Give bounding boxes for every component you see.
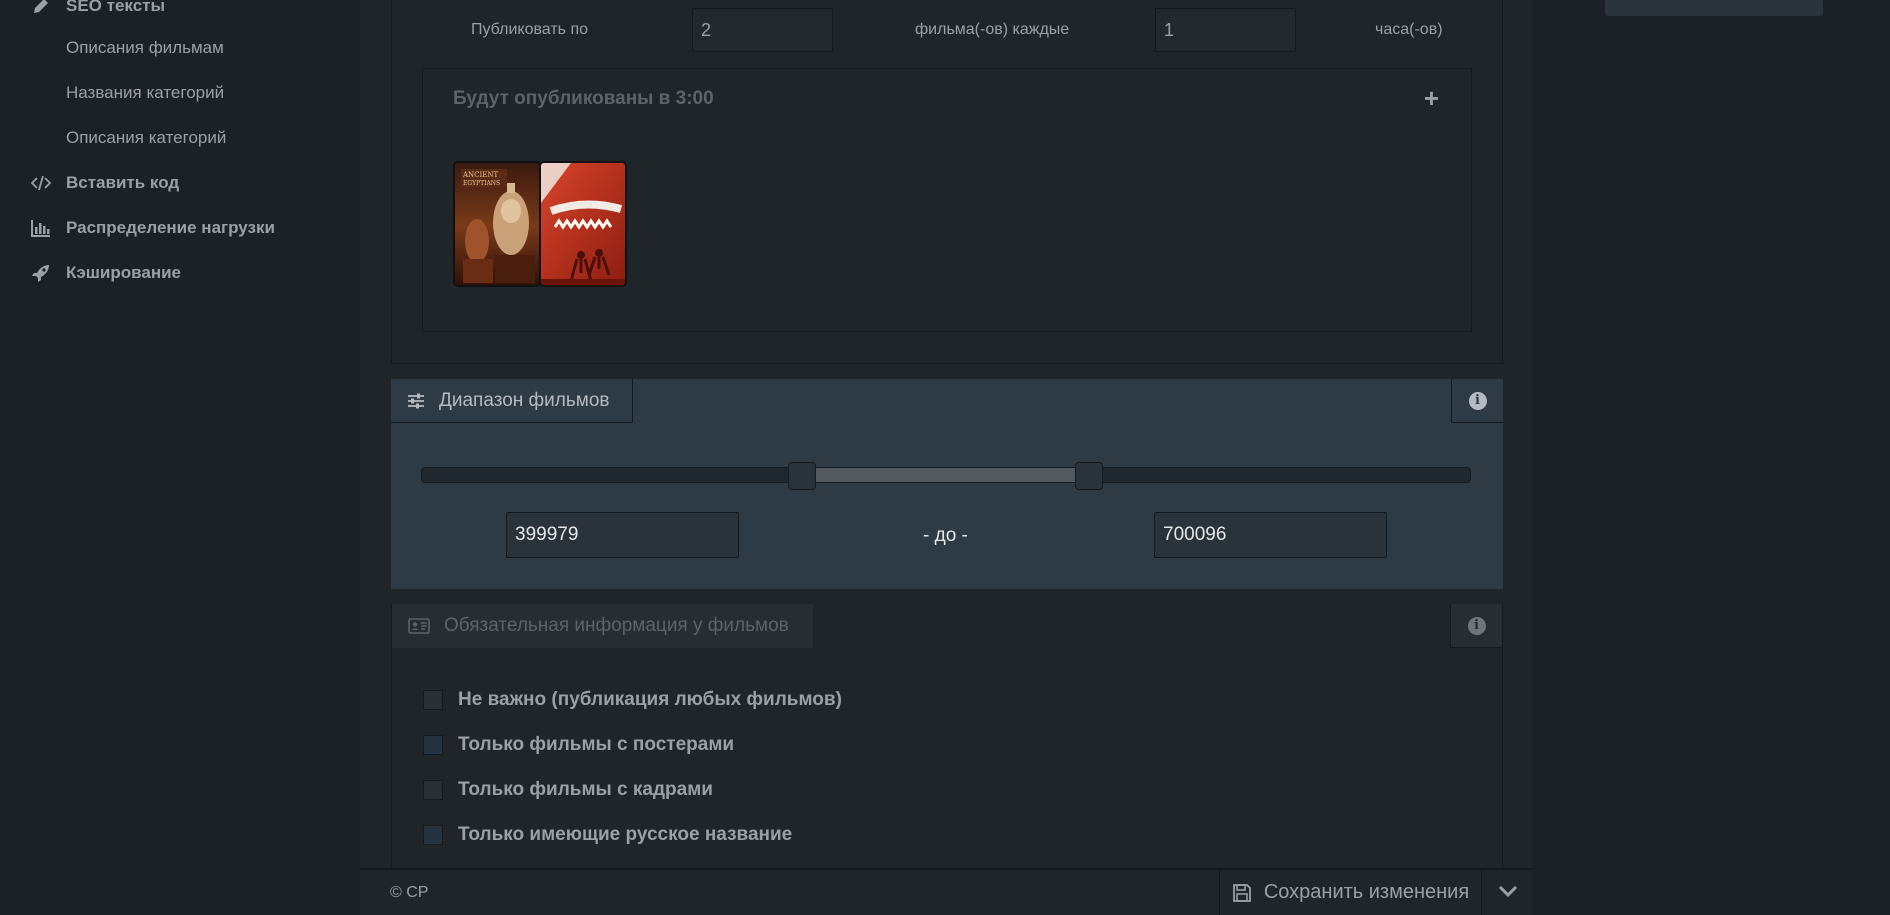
add-plus-icon[interactable]: + bbox=[1424, 83, 1439, 114]
sidebar-item-label: Распределение нагрузки bbox=[66, 218, 275, 237]
floppy-disk-icon bbox=[1232, 883, 1252, 903]
id-card-icon bbox=[408, 618, 430, 634]
sidebar-item-label: Вставить код bbox=[66, 173, 180, 192]
info-icon: i bbox=[1468, 391, 1487, 410]
save-changes-label: Сохранить изменения bbox=[1263, 881, 1470, 903]
rocket-icon bbox=[29, 263, 53, 283]
sidebar-item-label: Названия категорий bbox=[66, 83, 225, 102]
film-range-tab[interactable]: Диапазон фильмов bbox=[391, 379, 633, 423]
sidebar-item-category-descriptions[interactable]: Описания категорий bbox=[66, 128, 226, 148]
range-from-input[interactable] bbox=[506, 512, 739, 558]
required-info-button[interactable]: i bbox=[1450, 604, 1502, 648]
sidebar-item-label: Кэширование bbox=[66, 263, 182, 282]
films-count-input[interactable] bbox=[692, 8, 833, 52]
schedule-box: Будут опубликованы в 3:00 + ANCIENT EGYP… bbox=[422, 68, 1472, 332]
range-slider-handle-to[interactable] bbox=[1074, 462, 1103, 490]
schedule-title: Будут опубликованы в 3:00 bbox=[453, 88, 714, 109]
pencil-icon bbox=[29, 0, 53, 16]
range-slider-handle-from[interactable] bbox=[788, 462, 817, 490]
range-slider[interactable] bbox=[421, 462, 1471, 490]
option-with-frames[interactable]: Только фильмы с кадрами bbox=[423, 779, 713, 801]
right-panel-box bbox=[1605, 0, 1823, 16]
option-with-posters[interactable]: Только фильмы с постерами bbox=[423, 734, 734, 756]
option-label: Только имеющие русское название bbox=[458, 824, 793, 845]
sliders-icon bbox=[407, 393, 425, 409]
range-slider-fill bbox=[802, 468, 1089, 482]
right-column bbox=[1533, 0, 1890, 915]
svg-text:ANCIENT: ANCIENT bbox=[462, 171, 499, 179]
sidebar-item-label: Описания фильмам bbox=[66, 38, 224, 57]
chevron-down-icon bbox=[1498, 884, 1518, 902]
sidebar: SEO тексты Описания фильмам Названия кат… bbox=[0, 0, 360, 915]
poster-dokhunda[interactable] bbox=[539, 161, 627, 287]
sidebar-item-insert-code[interactable]: Вставить код bbox=[29, 173, 179, 193]
code-icon bbox=[29, 173, 53, 193]
checkbox[interactable] bbox=[423, 780, 443, 800]
checkbox[interactable] bbox=[423, 690, 443, 710]
sidebar-item-film-descriptions[interactable]: Описания фильмам bbox=[66, 38, 224, 58]
option-any-films[interactable]: Не важно (публикация любых фильмов) bbox=[423, 689, 842, 711]
copyright: © CP bbox=[390, 884, 429, 901]
range-separator: - до - bbox=[923, 525, 968, 546]
checkbox[interactable] bbox=[423, 735, 443, 755]
range-to-input[interactable] bbox=[1154, 512, 1387, 558]
info-icon: i bbox=[1467, 616, 1486, 635]
publish-by-label: Публиковать по bbox=[471, 21, 589, 38]
hours-input[interactable] bbox=[1155, 8, 1296, 52]
sidebar-item-caching[interactable]: Кэширование bbox=[29, 263, 181, 283]
sidebar-item-seo-texts[interactable]: SEO тексты bbox=[29, 0, 165, 16]
film-range-title: Диапазон фильмов bbox=[439, 389, 610, 411]
checkbox[interactable] bbox=[423, 825, 443, 845]
save-changes-button[interactable]: Сохранить изменения bbox=[1219, 870, 1481, 915]
required-info-panel: Обязательная информация у фильмов i Не в… bbox=[391, 604, 1503, 868]
sidebar-item-label: Описания категорий bbox=[66, 128, 227, 147]
option-label: Только фильмы с постерами bbox=[458, 734, 735, 755]
sidebar-item-label: SEO тексты bbox=[66, 0, 165, 15]
option-russian-title[interactable]: Только имеющие русское название bbox=[423, 824, 792, 846]
film-range-panel: Диапазон фильмов i - до - bbox=[391, 379, 1503, 589]
range-info-button[interactable]: i bbox=[1451, 379, 1503, 423]
poster-ancient-egyptians[interactable]: ANCIENT EGYPTIANS bbox=[453, 161, 541, 287]
sidebar-item-category-names[interactable]: Названия категорий bbox=[66, 83, 224, 103]
required-info-title: Обязательная информация у фильмов bbox=[444, 615, 789, 636]
bar-chart-icon bbox=[29, 218, 53, 238]
films-every-label: фильма(-ов) каждые bbox=[915, 21, 1070, 38]
option-label: Только фильмы с кадрами bbox=[458, 779, 713, 800]
svg-text:EGYPTIANS: EGYPTIANS bbox=[463, 180, 500, 187]
save-options-dropdown[interactable] bbox=[1481, 870, 1533, 915]
sidebar-item-load-balancing[interactable]: Распределение нагрузки bbox=[29, 218, 275, 238]
hours-label: часа(-ов) bbox=[1375, 21, 1443, 38]
required-info-tab[interactable]: Обязательная информация у фильмов bbox=[392, 604, 813, 648]
footer: © CP Сохранить изменения bbox=[360, 868, 1533, 915]
option-label: Не важно (публикация любых фильмов) bbox=[458, 689, 842, 710]
